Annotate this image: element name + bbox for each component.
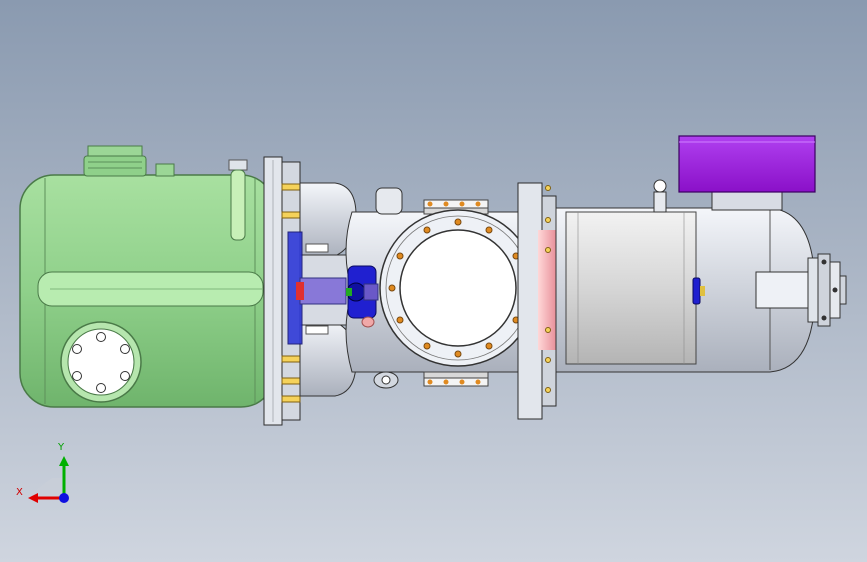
- cad-viewport[interactable]: Y X: [0, 0, 867, 562]
- compressor-assembly-drawing: [19, 135, 847, 503]
- axis-y-label: Y: [58, 442, 65, 453]
- oil-separator-vessel: [19, 145, 276, 408]
- suction-port-flange: [379, 209, 537, 367]
- terminal-box: [678, 135, 816, 193]
- axis-x-label: X: [16, 487, 23, 498]
- axis-triad: [28, 456, 69, 503]
